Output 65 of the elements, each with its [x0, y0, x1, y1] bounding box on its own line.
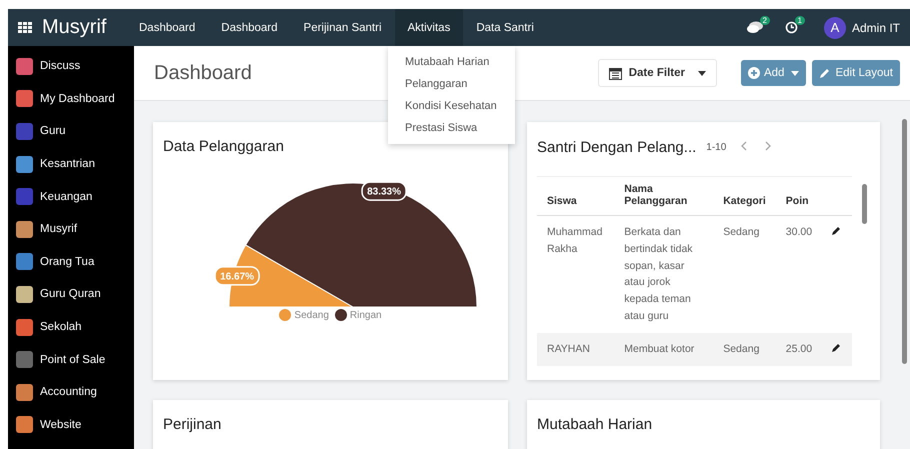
card-title: Santri Dengan Pelang... [537, 138, 696, 156]
pencil-icon[interactable] [832, 225, 842, 235]
menu-item[interactable]: Aktivitas [394, 9, 464, 46]
card-title: Mutabaah Harian [537, 416, 654, 433]
table-cell: 25.00 [776, 332, 822, 366]
user-avatar[interactable]: A [824, 16, 846, 38]
sidebar-item[interactable]: Musyrif [40, 223, 78, 236]
notification-badge: 1 [794, 16, 805, 25]
sidebar-item[interactable]: Guru [40, 125, 66, 138]
data-label: 83.33% [361, 181, 407, 201]
user-name[interactable]: Admin IT [852, 20, 900, 34]
pencil-icon [819, 67, 832, 79]
pencil-icon[interactable] [832, 342, 842, 352]
app-title: Musyrif [42, 16, 106, 39]
sidebar-item[interactable]: Keuangan [40, 190, 92, 203]
dropdown-item[interactable]: Kondisi Kesehatan [388, 95, 514, 117]
notification-badge: 2 [760, 16, 770, 25]
pager-range: 1-10 [706, 142, 726, 152]
sidebar-item[interactable]: Discuss [40, 60, 80, 72]
menu-item[interactable]: Perijinan Santri [290, 9, 395, 46]
caret-icon [698, 70, 706, 76]
legend-dot [334, 309, 347, 321]
menu-item[interactable]: Data Santri [463, 9, 547, 46]
table-cell: RAYHAN [537, 332, 614, 366]
date-filter-button[interactable]: Date Filter [598, 59, 717, 87]
sidebar-item[interactable]: My Dashboard [40, 92, 115, 105]
scrollbar-thumb[interactable] [862, 184, 868, 224]
caret-icon [791, 70, 800, 76]
sidebar-item[interactable]: Accounting [40, 386, 97, 398]
table-cell: Muhammad Rakha [537, 216, 614, 333]
menu-item[interactable]: Dashboard [126, 9, 208, 46]
chat-icon[interactable] [746, 21, 763, 34]
sidebar-item[interactable]: Kesantrian [40, 158, 95, 170]
data-label: 83.33% [367, 186, 402, 198]
column-header[interactable]: Siswa [537, 176, 614, 216]
data-label: 16.67% [220, 271, 254, 282]
dropdown-item[interactable]: Mutabaah Harian [388, 51, 506, 73]
column-header[interactable]: Kategori [713, 176, 776, 216]
sidebar-item[interactable]: Sekolah [40, 321, 82, 334]
legend-label[interactable]: Ringan [350, 310, 382, 320]
card-title: Perijinan [163, 416, 222, 433]
sidebar-item[interactable]: Point of Sale [40, 354, 106, 366]
sidebar-item[interactable]: Guru Quran [40, 288, 101, 300]
legend-dot [279, 309, 292, 321]
table-cell: Sedang [713, 332, 776, 366]
dropdown-item[interactable]: Pelanggaran [388, 73, 484, 95]
plus-circle-icon [748, 67, 760, 79]
table-cell: Berkata dan bertindak tidak sopan, kasar atau jorok kepada teman atau guru [614, 216, 714, 333]
calendar-icon [608, 66, 622, 80]
data-label: 16.67% [214, 266, 260, 286]
column-header[interactable]: Poin [776, 176, 822, 216]
card-title: Data Pelanggaran [163, 138, 285, 155]
apps-grid-icon[interactable] [18, 22, 32, 34]
table-cell: Membuat kotor [614, 332, 714, 366]
scrollbar-thumb[interactable] [902, 119, 907, 364]
legend-label[interactable]: Sedang [294, 310, 329, 320]
table-cell: 30.00 [776, 216, 822, 333]
sidebar-item[interactable]: Website [40, 418, 82, 431]
sidebar-item[interactable]: Orang Tua [40, 256, 94, 268]
table-cell: Sedang [713, 216, 776, 333]
clock-icon[interactable] [784, 21, 798, 34]
menu-item[interactable]: Dashboard [208, 9, 291, 46]
page-title: Dashboard [154, 62, 252, 84]
dropdown-item[interactable]: Prestasi Siswa [388, 117, 494, 139]
column-header[interactable]: Nama Pelanggaran [614, 176, 714, 216]
